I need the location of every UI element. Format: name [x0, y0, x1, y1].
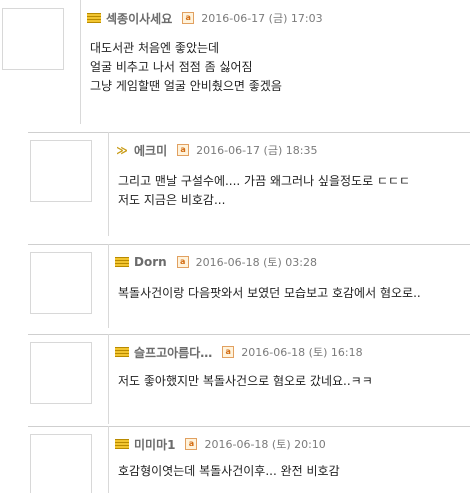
comment-body: 복돌사건이랑 다음팟와서 보였던 모습보고 호감에서 혐오로.. [118, 284, 464, 303]
comment-date: 2016-06-18 (토) 03:28 [195, 256, 317, 269]
profile-icon[interactable]: a [185, 438, 198, 450]
comment-item: 슬프고아름다… a 2016-06-18 (토) 16:18 저도 좋아했지만 … [28, 334, 470, 424]
avatar[interactable] [30, 140, 92, 202]
comment-body: 그리고 맨날 구설수에.... 가끔 왜그러나 싶을정도로 ㄷㄷㄷ 저도 지금은… [118, 172, 464, 210]
profile-icon[interactable]: a [182, 12, 195, 24]
comment-line: 호감형이엿는데 복돌사건이후... 완전 비호감 [118, 464, 340, 478]
divider [108, 132, 109, 236]
avatar[interactable] [30, 434, 92, 493]
comment-date: 2016-06-18 (토) 20:10 [204, 438, 326, 451]
comment-body: 저도 좋아했지만 복돌사건으로 혐오로 갔네요..ㅋㅋ [118, 372, 464, 391]
divider [108, 334, 109, 424]
comment-line: 그냥 게임할땐 얼굴 안비췄으면 좋겠음 [90, 79, 282, 93]
rank-wing-icon: ≫ [116, 143, 128, 157]
author-nick[interactable]: 에크미 [134, 142, 167, 159]
rank-bars-icon [87, 12, 101, 24]
rank-bars-icon [115, 438, 129, 450]
comment-date: 2016-06-17 (금) 17:03 [201, 12, 323, 25]
divider [28, 132, 470, 133]
author-nick[interactable]: 슬프고아름다… [134, 344, 212, 361]
divider [108, 244, 109, 328]
divider [28, 334, 470, 335]
comment-header: 슬프고아름다… a 2016-06-18 (토) 16:18 [115, 343, 470, 361]
divider [80, 0, 81, 124]
avatar[interactable] [30, 252, 92, 314]
author-nick[interactable]: 섹종이사세요 [106, 10, 172, 27]
profile-icon[interactable]: a [176, 256, 189, 268]
comment-item: ≫ 에크미 a 2016-06-17 (금) 18:35 그리고 맨날 구설수에… [28, 132, 470, 236]
comment-line: 그리고 맨날 구설수에.... 가끔 왜그러나 싶을정도로 ㄷㄷㄷ [118, 174, 411, 188]
comment-header: ≫ 에크미 a 2016-06-17 (금) 18:35 [115, 141, 470, 159]
divider [28, 244, 470, 245]
divider [28, 426, 470, 427]
avatar[interactable] [30, 342, 92, 404]
comment-date: 2016-06-17 (금) 18:35 [196, 144, 318, 157]
profile-icon[interactable]: a [177, 144, 190, 156]
author-nick[interactable]: 미미마1 [134, 436, 175, 453]
divider [108, 426, 109, 493]
comment-date: 2016-06-18 (토) 16:18 [241, 346, 363, 359]
comment-line: 얼굴 비추고 나서 점점 좀 싫어짐 [90, 60, 253, 74]
comment-item: Dorn a 2016-06-18 (토) 03:28 복돌사건이랑 다음팟와서… [28, 244, 470, 328]
profile-icon[interactable]: a [222, 346, 235, 358]
rank-bars-icon [115, 256, 129, 268]
author-nick[interactable]: Dorn [134, 255, 167, 269]
comment-line: 대도서관 처음엔 좋았는데 [90, 41, 220, 55]
comment-item: 미미마1 a 2016-06-18 (토) 20:10 호감형이엿는데 복돌사건… [28, 426, 470, 493]
comment-body: 대도서관 처음엔 좋았는데 얼굴 비추고 나서 점점 좀 싫어짐 그냥 게임할땐… [90, 39, 464, 96]
comment-line: 저도 지금은 비호감... [118, 193, 226, 207]
comment-line: 복돌사건이랑 다음팟와서 보였던 모습보고 호감에서 혐오로.. [118, 286, 421, 300]
avatar[interactable] [2, 8, 64, 70]
rank-bars-icon [115, 346, 129, 358]
comment-item: 섹종이사세요 a 2016-06-17 (금) 17:03 대도서관 처음엔 좋… [0, 0, 470, 124]
comment-line: 저도 좋아했지만 복돌사건으로 혐오로 갔네요..ㅋㅋ [118, 374, 373, 388]
comment-header: 섹종이사세요 a 2016-06-17 (금) 17:03 [87, 9, 470, 27]
comment-body: 호감형이엿는데 복돌사건이후... 완전 비호감 [118, 462, 464, 481]
comment-header: Dorn a 2016-06-18 (토) 03:28 [115, 253, 470, 271]
comment-header: 미미마1 a 2016-06-18 (토) 20:10 [115, 435, 470, 453]
